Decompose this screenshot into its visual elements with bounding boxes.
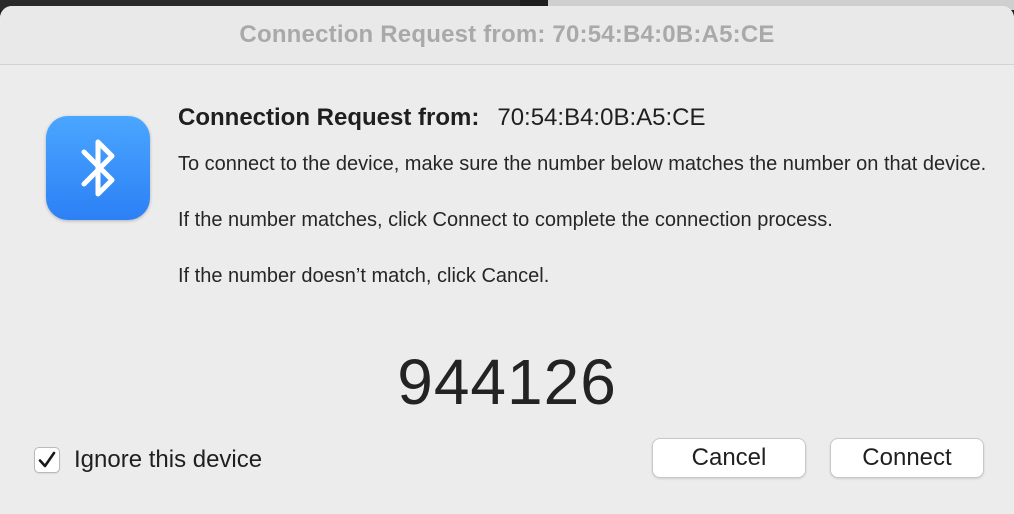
mismatch-instruction-text: If the number doesn’t match, click Cance…	[178, 265, 550, 287]
bluetooth-icon	[46, 116, 150, 220]
ignore-device-label[interactable]: Ignore this device	[74, 446, 262, 474]
heading-label: Connection Request from:	[178, 104, 480, 131]
match-instruction-text: If the number matches, click Connect to …	[178, 209, 833, 231]
instruction-text: To connect to the device, make sure the …	[178, 153, 987, 175]
connect-button[interactable]: Connect	[830, 438, 984, 478]
cancel-button[interactable]: Cancel	[652, 438, 806, 478]
connection-request-dialog: Connection Request from: 70:54:B4:0B:A5:…	[0, 6, 1014, 514]
ignore-device-checkbox[interactable]	[34, 447, 60, 473]
title-bar[interactable]: Connection Request from: 70:54:B4:0B:A5:…	[0, 6, 1014, 65]
passkey-number: 944126	[397, 346, 617, 418]
message-content: Connection Request from: 70:54:B4:0B:A5:…	[178, 102, 998, 290]
checkmark-icon	[38, 451, 56, 468]
window-title: Connection Request from: 70:54:B4:0B:A5:…	[239, 21, 775, 48]
bluetooth-glyph	[81, 139, 115, 197]
message-heading: Connection Request from: 70:54:B4:0B:A5:…	[178, 102, 998, 134]
ignore-device-option[interactable]: Ignore this device	[34, 446, 262, 474]
device-address: 70:54:B4:0B:A5:CE	[497, 104, 706, 131]
